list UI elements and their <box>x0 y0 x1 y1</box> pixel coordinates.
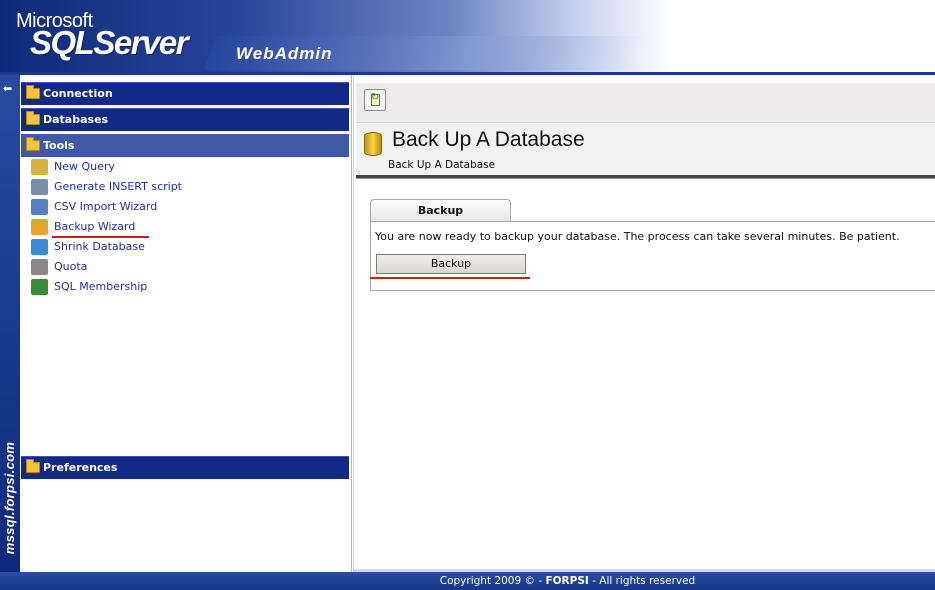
footer-suffix: - All rights reserved <box>588 575 696 587</box>
tool-quota[interactable]: Quota <box>31 258 331 276</box>
highlight-underline <box>370 277 530 279</box>
logo-sqlserver: SQLServer <box>30 24 189 61</box>
instruction-text: You are now ready to backup your databas… <box>375 230 900 243</box>
tool-backup-wizard[interactable]: Backup Wizard <box>31 218 331 236</box>
breadcrumb: Back Up A Database <box>388 159 496 171</box>
section-label: Tools <box>43 139 75 152</box>
sql-membership-icon <box>31 279 48 295</box>
sidebar: Connection Databases Tools New Query Gen… <box>20 75 352 572</box>
tool-label: Quota <box>54 260 88 273</box>
tool-shrink-database[interactable]: Shrink Database <box>31 238 331 256</box>
section-label: Databases <box>43 113 109 126</box>
tool-new-query[interactable]: New Query <box>31 158 331 176</box>
tool-label: Shrink Database <box>54 240 145 253</box>
title-divider <box>356 175 935 179</box>
toolbar <box>356 83 935 123</box>
section-label: Connection <box>43 87 113 100</box>
section-tools[interactable]: Tools <box>21 134 349 157</box>
section-databases[interactable]: Databases <box>21 108 349 131</box>
title-area: Back Up A Database Back Up A Database <box>356 123 935 175</box>
backup-button[interactable]: Backup <box>376 254 526 274</box>
tool-label: New Query <box>54 160 115 173</box>
folder-icon <box>26 459 40 473</box>
tool-csv-import-wizard[interactable]: CSV Import Wizard <box>31 198 331 216</box>
footer-company: FORPSI <box>545 575 589 587</box>
folder-icon <box>26 111 40 125</box>
tool-sql-membership[interactable]: SQL Membership <box>31 278 331 296</box>
server-hostname: mssql.forpsi.com <box>2 441 17 555</box>
new-query-icon <box>31 159 48 175</box>
logo-webadmin: WebAdmin <box>236 44 333 63</box>
tool-label: Generate INSERT script <box>54 180 182 193</box>
section-connection[interactable]: Connection <box>21 82 349 105</box>
section-preferences[interactable]: Preferences <box>21 456 349 479</box>
tool-generate-insert-script[interactable]: Generate INSERT script <box>31 178 331 196</box>
tool-label: Backup Wizard <box>54 220 136 233</box>
shrink-database-icon <box>31 239 48 255</box>
tool-label: CSV Import Wizard <box>54 200 158 213</box>
page-title: Back Up A Database <box>392 128 585 151</box>
database-icon <box>364 132 382 156</box>
highlight-underline <box>52 236 149 238</box>
footer-prefix: Copyright 2009 © - <box>439 575 546 587</box>
refresh-icon <box>371 92 380 106</box>
backup-wizard-icon <box>31 219 48 235</box>
folder-icon <box>26 85 40 99</box>
tab-backup[interactable]: Backup <box>370 199 511 222</box>
collapse-arrow-icon[interactable]: ⬅ <box>3 83 17 94</box>
refresh-button[interactable] <box>364 89 386 111</box>
tool-label: SQL Membership <box>54 280 148 293</box>
backup-panel: You are now ready to backup your databas… <box>370 221 935 291</box>
folder-open-icon <box>26 137 40 151</box>
main-content: Back Up A Database Back Up A Database Ba… <box>353 75 935 572</box>
insert-script-icon <box>31 179 48 195</box>
csv-import-icon <box>31 199 48 215</box>
footer: Copyright 2009 © - FORPSI - All rights r… <box>0 572 935 590</box>
webadmin-window: Microsoft SQLServer WebAdmin ⬅ mssql.for… <box>0 0 935 590</box>
section-label: Preferences <box>43 461 118 474</box>
quota-icon <box>31 259 48 275</box>
header-banner: Microsoft SQLServer WebAdmin <box>0 0 935 72</box>
